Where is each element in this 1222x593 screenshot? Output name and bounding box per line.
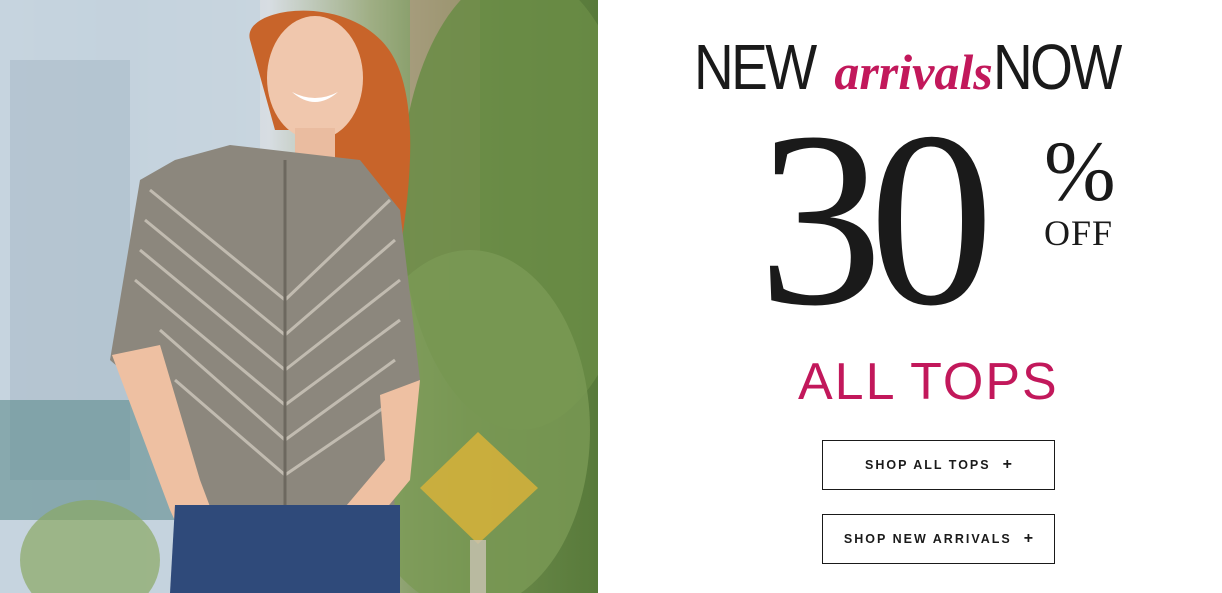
hero-photo-illustration — [0, 0, 598, 593]
shop-all-tops-button[interactable]: SHOP ALL TOPS + — [822, 440, 1055, 490]
shop-new-arrivals-button[interactable]: SHOP NEW ARRIVALS + — [822, 514, 1055, 564]
shop-new-arrivals-label: SHOP NEW ARRIVALS — [843, 532, 1012, 546]
hero-photo — [0, 0, 598, 593]
plus-icon: + — [1002, 456, 1012, 473]
promo-panel: NEW arrivalsNOW 30 % OFF ALL TOPS SHOP AL… — [598, 0, 1222, 593]
shop-all-tops-label: SHOP ALL TOPS — [865, 458, 991, 472]
promo-subhead: ALL TOPS — [798, 353, 1059, 411]
headline-now: NOW — [992, 31, 1122, 103]
plus-icon: + — [1023, 530, 1034, 547]
discount-percent: % — [1044, 123, 1116, 219]
discount-number: 30 — [758, 81, 994, 358]
discount-off: OFF — [1044, 213, 1114, 253]
